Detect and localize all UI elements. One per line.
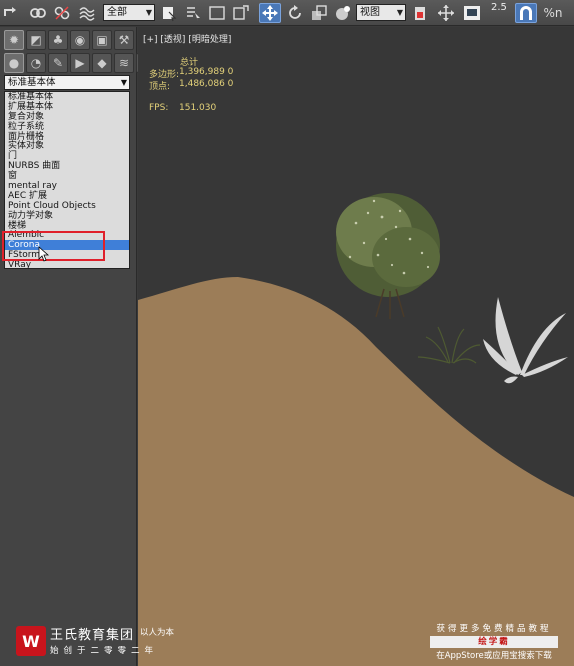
shapes-icon[interactable]: ◔ xyxy=(26,53,46,73)
select-and-scale-icon[interactable] xyxy=(309,3,329,23)
window-crossing-icon[interactable] xyxy=(231,3,251,23)
angle-snap-icon[interactable] xyxy=(515,3,537,23)
polygon-count-value: 1,396,989 0 xyxy=(179,67,234,77)
chevron-down-icon: ▼ xyxy=(396,8,403,17)
highlight-annotation-box xyxy=(2,231,105,261)
geometry-icon[interactable]: ● xyxy=(4,53,24,73)
category-item[interactable]: 面片栅格 xyxy=(5,132,129,142)
select-and-link-icon[interactable] xyxy=(28,3,48,23)
category-item[interactable]: 扩展基本体 xyxy=(5,102,129,112)
rectangular-selection-region-icon[interactable] xyxy=(207,3,227,23)
unlink-selection-icon[interactable] xyxy=(52,3,72,23)
fps-value: 151.030 xyxy=(179,103,217,113)
create-tab-icon[interactable]: ✹ xyxy=(4,30,24,50)
percent-snap-toggle[interactable]: %n xyxy=(541,3,565,23)
command-panel-tabs: ✹ ◩ ♣ ◉ ▣ ⚒ xyxy=(4,30,134,50)
category-item[interactable]: 实体对象 xyxy=(5,141,129,152)
brand-logo: W xyxy=(16,626,46,656)
reference-coordinate-dropdown[interactable]: 视图 ▼ xyxy=(356,4,406,21)
vertex-count-label: 顶点: xyxy=(149,82,171,92)
grass-model xyxy=(417,326,481,364)
utilities-tab-icon[interactable]: ⚒ xyxy=(114,30,134,50)
category-item[interactable]: 门 xyxy=(5,151,129,161)
category-item[interactable]: NURBS 曲面 xyxy=(5,161,129,171)
viewport-scene xyxy=(138,193,574,666)
object-category-value: 标准基本体 xyxy=(8,77,56,88)
category-item[interactable]: 楼梯 xyxy=(5,221,129,231)
helpers-icon[interactable]: ◆ xyxy=(92,53,112,73)
category-item[interactable]: Point Cloud Objects xyxy=(5,201,129,211)
selection-filter-dropdown[interactable]: 全部 ▼ xyxy=(103,4,155,21)
brand-motto: 以人为本 xyxy=(140,628,175,638)
bind-to-space-warp-icon[interactable] xyxy=(77,3,97,23)
category-item[interactable]: mental ray xyxy=(5,181,129,191)
keyboard-shortcut-override-icon[interactable] xyxy=(461,3,483,23)
shrub-model xyxy=(336,193,440,319)
chevron-down-icon: ▼ xyxy=(145,8,152,17)
category-item[interactable]: VRay xyxy=(5,260,129,268)
cameras-icon[interactable]: ▶ xyxy=(70,53,90,73)
create-subtabs: ● ◔ ✎ ▶ ◆ ≋ ⚙ xyxy=(4,53,156,73)
category-item[interactable]: 复合对象 xyxy=(5,112,129,122)
category-item[interactable]: AEC 扩展 xyxy=(5,191,129,201)
select-object-icon[interactable] xyxy=(159,3,179,23)
use-pivot-center-icon[interactable] xyxy=(410,3,430,23)
category-item[interactable]: 粒子系统 xyxy=(5,122,129,132)
object-category-dropdown[interactable]: 标准基本体 ▼ xyxy=(4,75,130,90)
command-panel: ✹ ◩ ♣ ◉ ▣ ⚒ ● ◔ ✎ ▶ ◆ ≋ ⚙ 标准基本体 ▼ 标准基本体扩… xyxy=(0,27,156,666)
select-and-move-icon[interactable] xyxy=(259,3,281,23)
selection-filter-value: 全部 xyxy=(107,7,127,18)
app-name-badge: 绘学霸 xyxy=(430,636,558,648)
brand-watermark-left: W 王氏教育集团 以人为本 始创于二零零二年 xyxy=(16,624,174,658)
vertex-count-row: 顶点: 1,486,086 0 xyxy=(149,79,233,92)
reference-coordinate-value: 视图 xyxy=(360,7,380,18)
select-and-place-icon[interactable] xyxy=(333,3,353,23)
viewport-label[interactable]: [+] [透视] [明暗处理] xyxy=(143,32,231,45)
category-item[interactable]: 窗 xyxy=(5,171,129,181)
undo-icon[interactable] xyxy=(2,3,20,23)
mouse-cursor-icon xyxy=(38,246,50,262)
category-item[interactable]: 标准基本体 xyxy=(5,92,129,102)
modify-tab-icon[interactable]: ◩ xyxy=(26,30,46,50)
space-warps-icon[interactable]: ≋ xyxy=(114,53,134,73)
fps-row: FPS: 151.030 xyxy=(149,103,216,113)
download-hint: 在AppStore或应用宝搜索下载 xyxy=(436,651,552,661)
brand-watermark-right: 获得更多免费精品教程 绘学霸 在AppStore或应用宝搜索下载 xyxy=(428,622,560,661)
select-by-name-icon[interactable] xyxy=(183,3,203,23)
select-and-manipulate-icon[interactable] xyxy=(436,3,456,23)
motion-tab-icon[interactable]: ◉ xyxy=(70,30,90,50)
brand-name: 王氏教育集团 xyxy=(50,628,135,643)
vertex-count-value: 1,486,086 0 xyxy=(179,79,234,89)
hierarchy-tab-icon[interactable]: ♣ xyxy=(48,30,68,50)
main-toolbar: 全部 ▼ 视图 ▼ 2.5 %n xyxy=(0,0,574,26)
lights-icon[interactable]: ✎ xyxy=(48,53,68,73)
snap-toggle-value[interactable]: 2.5 xyxy=(491,2,507,13)
category-item[interactable]: 动力学对象 xyxy=(5,211,129,221)
display-tab-icon[interactable]: ▣ xyxy=(92,30,112,50)
brand-slogan: 始创于二零零二年 xyxy=(50,646,159,656)
white-plant-model xyxy=(483,297,568,384)
fps-label: FPS: xyxy=(149,103,169,113)
select-and-rotate-icon[interactable] xyxy=(285,3,305,23)
chevron-down-icon: ▼ xyxy=(120,78,127,87)
perspective-viewport[interactable]: [+] [透视] [明暗处理] 总计 多边形: 1,396,989 0 顶点: … xyxy=(138,27,574,666)
promo-line: 获得更多免费精品教程 xyxy=(436,624,552,634)
